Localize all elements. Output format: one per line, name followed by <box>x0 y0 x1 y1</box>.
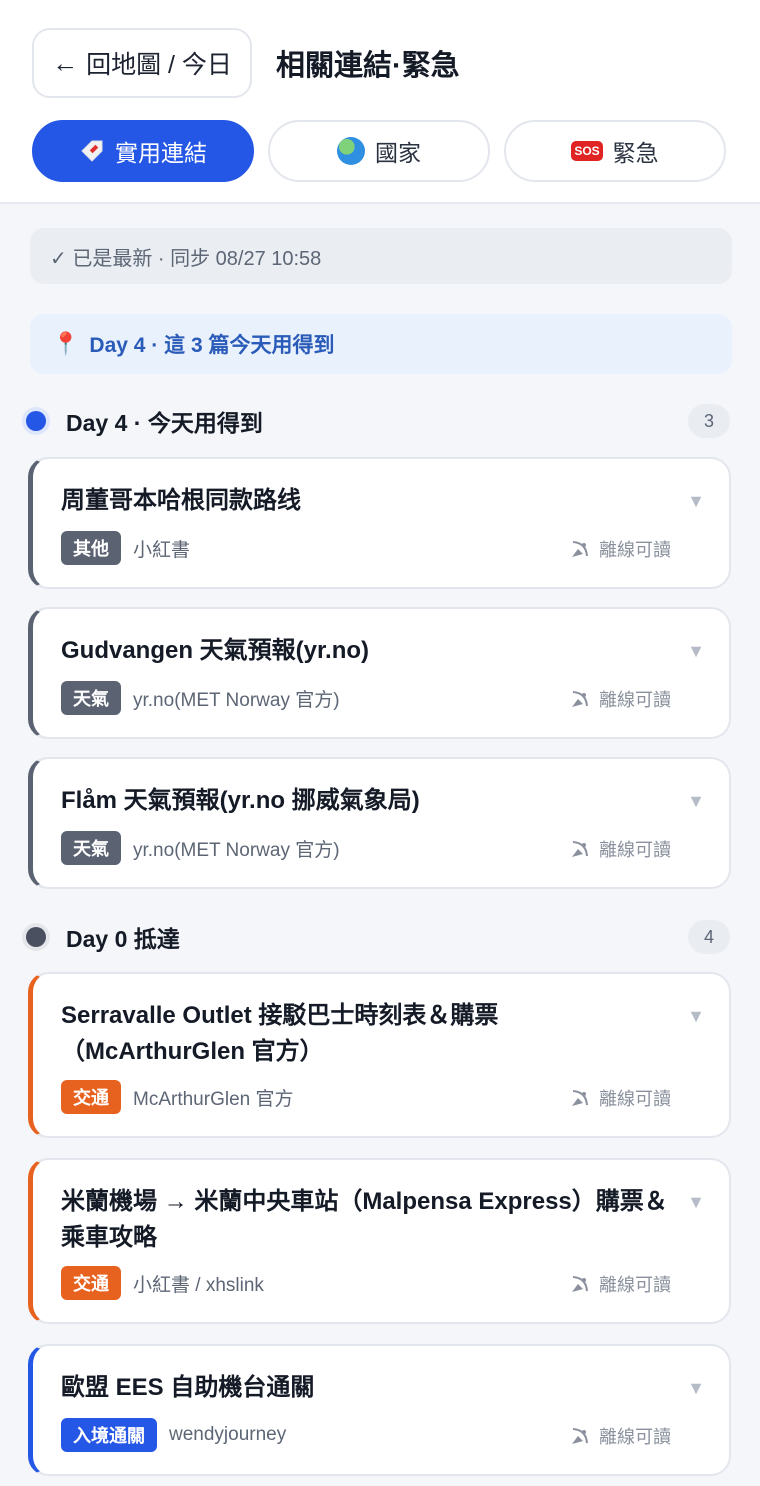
back-button-label: 回地圖 / 今日 <box>86 51 232 79</box>
category-badge: 入境通關 <box>61 1418 157 1452</box>
group-title: Day 4 · 今天用得到 <box>66 410 263 436</box>
offline-label: 離線可讀 <box>599 1427 671 1447</box>
link-meta: 天氣 yr.no(MET Norway 官方) <box>61 831 340 865</box>
link-title: 周董哥本哈根同款路线 <box>61 487 301 514</box>
offline-indicator: 離線可讀 <box>569 686 671 712</box>
group-count: 4 <box>688 920 730 954</box>
satellite-dish-icon <box>572 1428 588 1444</box>
group-header: Day 0 抵達 4 <box>26 917 730 957</box>
chevron-down-icon[interactable]: ▼ <box>687 491 705 512</box>
tag-icon <box>79 138 105 164</box>
satellite-dish-icon <box>572 691 588 707</box>
link-title: 米蘭機場 → 米蘭中央車站（Malpensa Express）購票＆乘車攻略 <box>61 1188 668 1251</box>
link-source: yr.no(MET Norway 官方) <box>133 689 340 711</box>
back-to-map-button[interactable]: ← 回地圖 / 今日 <box>32 28 252 98</box>
link-meta: 交通 McArthurGlen 官方 <box>61 1080 293 1114</box>
offline-label: 離線可讀 <box>599 1089 671 1109</box>
satellite-dish-icon <box>572 541 588 557</box>
link-source: 小紅書 / xhslink <box>133 1274 264 1296</box>
tab-label: 國家 <box>375 140 421 166</box>
link-title: Serravalle Outlet 接駁巴士時刻表＆購票（McArthurGle… <box>61 1002 499 1065</box>
link-source: 小紅書 <box>133 539 191 561</box>
group-title: Day 0 抵達 <box>66 926 180 952</box>
tab-label: 緊急 <box>612 140 659 166</box>
group-header: Day 4 · 今天用得到 3 <box>26 401 730 441</box>
link-card[interactable]: Gudvangen 天氣預報(yr.no) ▼ 天氣 yr.no(MET Nor… <box>28 607 731 739</box>
satellite-dish-icon <box>572 1090 588 1106</box>
link-meta: 交通 小紅書 / xhslink <box>61 1266 264 1300</box>
category-badge: 交通 <box>61 1266 121 1300</box>
chevron-down-icon[interactable]: ▼ <box>687 641 705 662</box>
globe-icon <box>337 137 365 165</box>
offline-indicator: 離線可讀 <box>569 1423 671 1449</box>
category-badge: 交通 <box>61 1080 121 1114</box>
link-source: wendyjourney <box>169 1424 287 1445</box>
header: ← 回地圖 / 今日 相關連結·緊急 實用連結 國家 SOS 緊急 <box>0 0 760 204</box>
offline-indicator: 離線可讀 <box>569 1085 671 1111</box>
page-title: 相關連結·緊急 <box>276 50 460 82</box>
sync-status: ✓ 已是最新 · 同步 08/27 10:58 <box>30 228 732 284</box>
link-card[interactable]: 周董哥本哈根同款路线 ▼ 其他 小紅書 離線可讀 <box>28 457 731 589</box>
current-day-dot <box>26 411 46 431</box>
satellite-dish-icon <box>572 841 588 857</box>
tab-bar: 實用連結 國家 SOS 緊急 <box>32 120 726 182</box>
satellite-dish-icon <box>572 1276 588 1292</box>
offline-label: 離線可讀 <box>599 1275 671 1295</box>
group-count: 3 <box>688 404 730 438</box>
link-title: Gudvangen 天氣預報(yr.no) <box>61 637 370 664</box>
offline-label: 離線可讀 <box>599 540 671 560</box>
arrow-left-icon: ← <box>52 47 79 78</box>
link-source: yr.no(MET Norway 官方) <box>133 839 340 861</box>
tab-emergency[interactable]: SOS 緊急 <box>504 120 726 182</box>
chevron-down-icon[interactable]: ▼ <box>687 791 705 812</box>
offline-label: 離線可讀 <box>599 840 671 860</box>
sos-icon: SOS <box>571 141 603 161</box>
chevron-down-icon[interactable]: ▼ <box>687 1006 705 1027</box>
category-badge: 其他 <box>61 531 121 565</box>
pin-icon: 📍 <box>52 331 80 356</box>
link-source: McArthurGlen 官方 <box>133 1088 294 1110</box>
link-meta: 天氣 yr.no(MET Norway 官方) <box>61 681 340 715</box>
link-card[interactable]: Serravalle Outlet 接駁巴士時刻表＆購票（McArthurGle… <box>28 972 731 1138</box>
tab-useful-links[interactable]: 實用連結 <box>32 120 254 182</box>
link-card[interactable]: Flåm 天氣預報(yr.no 挪威氣象局) ▼ 天氣 yr.no(MET No… <box>28 757 731 889</box>
offline-indicator: 離線可讀 <box>569 536 671 562</box>
day-banner[interactable]: 📍 Day 4 · 這 3 篇今天用得到 <box>30 314 732 374</box>
chevron-down-icon[interactable]: ▼ <box>687 1192 705 1213</box>
link-title: Flåm 天氣預報(yr.no 挪威氣象局) <box>61 787 420 814</box>
link-card[interactable]: 米蘭機場 → 米蘭中央車站（Malpensa Express）購票＆乘車攻略 ▼… <box>28 1158 731 1324</box>
offline-indicator: 離線可讀 <box>569 1271 671 1297</box>
link-card[interactable]: 歐盟 EES 自助機台通關 ▼ 入境通關 wendyjourney 離線可讀 <box>28 1344 731 1476</box>
chevron-down-icon[interactable]: ▼ <box>687 1378 705 1399</box>
category-badge: 天氣 <box>61 831 121 865</box>
offline-indicator: 離線可讀 <box>569 836 671 862</box>
day-banner-text: Day 4 · 這 3 篇今天用得到 <box>89 334 335 357</box>
offline-label: 離線可讀 <box>599 690 671 710</box>
link-meta: 其他 小紅書 <box>61 531 190 565</box>
day-dot <box>26 927 46 947</box>
category-badge: 天氣 <box>61 681 121 715</box>
tab-country[interactable]: 國家 <box>268 120 490 182</box>
tab-label: 實用連結 <box>115 140 207 166</box>
link-meta: 入境通關 wendyjourney <box>61 1418 286 1452</box>
link-title: 歐盟 EES 自助機台通關 <box>61 1374 315 1401</box>
